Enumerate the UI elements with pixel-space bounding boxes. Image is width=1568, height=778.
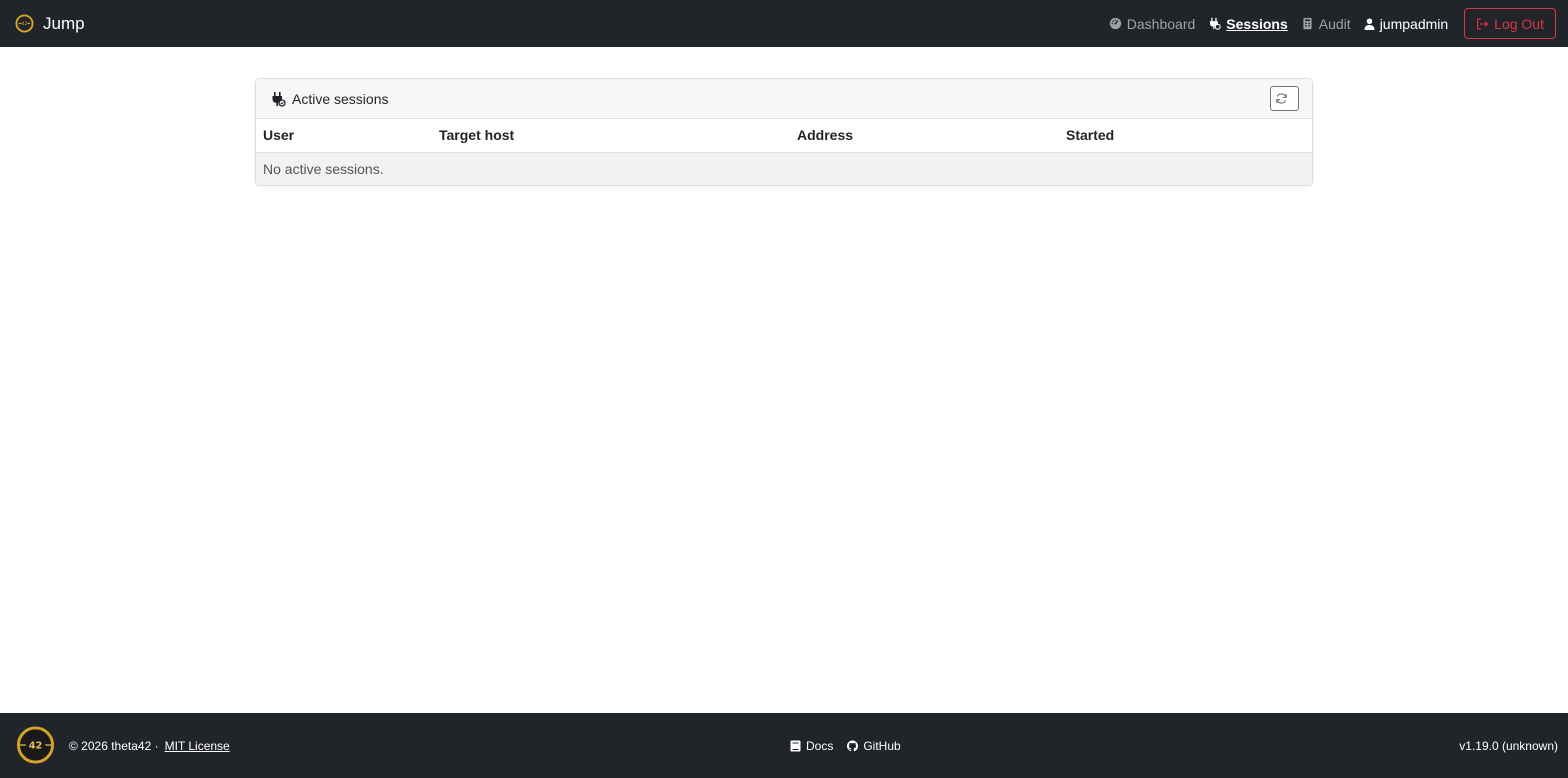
active-sessions-card: Active sessions User Target host Address…	[255, 78, 1313, 186]
refresh-button[interactable]	[1270, 86, 1299, 111]
mit-license-link[interactable]: MIT License	[165, 739, 230, 753]
nav-sessions[interactable]: Sessions	[1208, 15, 1288, 32]
logout-button[interactable]: Log Out	[1464, 8, 1556, 39]
footer-left: © 2026 theta42 · MIT License	[69, 713, 230, 778]
docs-link-label: Docs	[806, 738, 834, 753]
brand-logo-icon: 42	[15, 14, 34, 33]
brand-link[interactable]: 42 Jump	[15, 14, 85, 34]
card-header: Active sessions	[256, 79, 1312, 119]
footer-logo-text: 42	[29, 740, 43, 751]
nav-audit-label: Audit	[1318, 15, 1351, 32]
github-icon	[847, 740, 859, 751]
nav-right: Dashboard Sessions Audit jumpadmin Log O…	[1109, 0, 1556, 47]
footer-links: Docs GitHub	[790, 713, 915, 778]
dashboard-icon	[1109, 17, 1121, 30]
empty-row: No active sessions.	[256, 152, 1312, 185]
docs-link[interactable]: Docs	[790, 739, 833, 753]
empty-message: No active sessions.	[256, 152, 1312, 185]
plug-icon	[272, 91, 286, 107]
audit-icon	[1303, 17, 1312, 30]
page-footer: 42 © 2026 theta42 · MIT License Docs Git…	[0, 713, 1568, 778]
nav-audit[interactable]: Audit	[1301, 16, 1351, 32]
column-header-started: Started	[1059, 119, 1312, 153]
nav-sessions-label: Sessions	[1226, 15, 1288, 32]
github-link[interactable]: GitHub	[847, 738, 901, 753]
column-header-address: Address	[790, 119, 1059, 153]
refresh-icon	[1276, 93, 1287, 104]
github-link-label: GitHub	[863, 738, 901, 753]
plug-icon	[1210, 17, 1221, 30]
current-user-name: jumpadmin	[1379, 15, 1449, 32]
nav-dashboard-label: Dashboard	[1126, 15, 1196, 32]
table-header-row: User Target host Address Started	[256, 119, 1312, 153]
card-title: Active sessions	[292, 90, 389, 107]
user-icon	[1364, 18, 1375, 30]
book-icon	[790, 740, 801, 751]
logout-label: Log Out	[1494, 15, 1544, 32]
theta42-logo-icon: 42	[16, 726, 55, 764]
current-user[interactable]: jumpadmin	[1364, 16, 1448, 32]
copyright-text: © 2026 theta42 ·	[69, 738, 159, 753]
logout-icon	[1477, 18, 1489, 29]
brand-name: Jump	[43, 13, 85, 33]
column-header-target-host: Target host	[432, 119, 790, 153]
svg-text:42: 42	[21, 21, 27, 27]
top-navbar: 42 Jump Dashboard Sessions Audit jumpadm…	[0, 0, 1568, 47]
column-header-user: User	[256, 119, 432, 153]
sessions-table: User Target host Address Started No acti…	[256, 119, 1312, 185]
nav-dashboard[interactable]: Dashboard	[1109, 15, 1196, 32]
version-text: v1.19.0 (unknown)	[1459, 738, 1558, 753]
